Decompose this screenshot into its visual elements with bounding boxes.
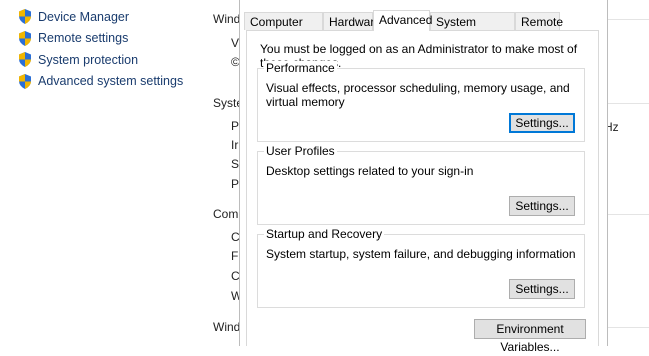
nav-item-label: Advanced system settings [38,74,184,89]
nav-item-label: System protection [38,52,139,67]
environment-variables-button[interactable]: Environment Variables... [474,319,586,354]
tab-system-protection[interactable]: System Protection [430,12,515,47]
performance-group: Performance Visual effects, processor sc… [257,61,585,142]
user-profiles-settings-button[interactable]: Settings... [509,196,575,216]
nav-advanced-system-settings[interactable]: Advanced system settings [18,71,183,93]
bg-clipped-text: F [231,249,239,263]
startup-recovery-group: Startup and Recovery System startup, sys… [257,227,585,308]
bg-section-heading: Wind [213,12,241,26]
nav-remote-settings[interactable]: Remote settings [18,28,183,50]
tab-strip: Computer Name Hardware Advanced System P… [240,10,607,47]
bg-section-heading: Com [213,207,239,221]
group-description: Visual effects, processor scheduling, me… [266,81,570,109]
bg-clipped-text: Ir [231,138,239,152]
group-title: User Profiles [264,144,337,158]
bg-divider [607,19,649,20]
group-description: Desktop settings related to your sign-in [266,164,474,178]
user-profiles-group: User Profiles Desktop settings related t… [257,144,585,225]
shield-icon [19,73,31,89]
bg-divider [607,103,649,104]
tab-hardware[interactable]: Hardware [323,12,381,30]
shield-icon [19,9,31,25]
shield-icon [19,30,31,46]
advanced-tab-panel: You must be logged on as an Administrato… [246,30,599,354]
group-title: Performance [264,61,337,75]
group-description: System startup, system failure, and debu… [266,247,576,261]
bg-clipped-text: P [231,177,240,191]
nav-item-label: Remote settings [38,31,129,46]
nav-system-protection[interactable]: System protection [18,49,183,71]
performance-settings-button[interactable]: Settings... [509,113,575,133]
tab-remote[interactable]: Remote [515,12,563,30]
startup-recovery-settings-button[interactable]: Settings... [509,279,575,299]
bg-divider [607,327,649,328]
shield-icon [19,52,31,68]
nav-item-label: Device Manager [38,9,130,24]
bg-section-heading: Wind [213,320,241,334]
bg-divider [607,214,649,215]
bg-clipped-text: S [231,157,240,171]
bg-clipped-text: V [231,36,240,50]
bg-clipped-text: P [231,119,240,133]
tab-advanced[interactable]: Advanced [373,10,432,31]
nav-device-manager[interactable]: Device Manager [18,6,183,28]
system-properties-dialog: Computer Name Hardware Advanced System P… [239,0,608,354]
left-nav: Device Manager Remote settings System pr… [18,6,183,92]
tab-computer-name[interactable]: Computer Name [244,12,323,47]
group-title: Startup and Recovery [264,227,385,241]
